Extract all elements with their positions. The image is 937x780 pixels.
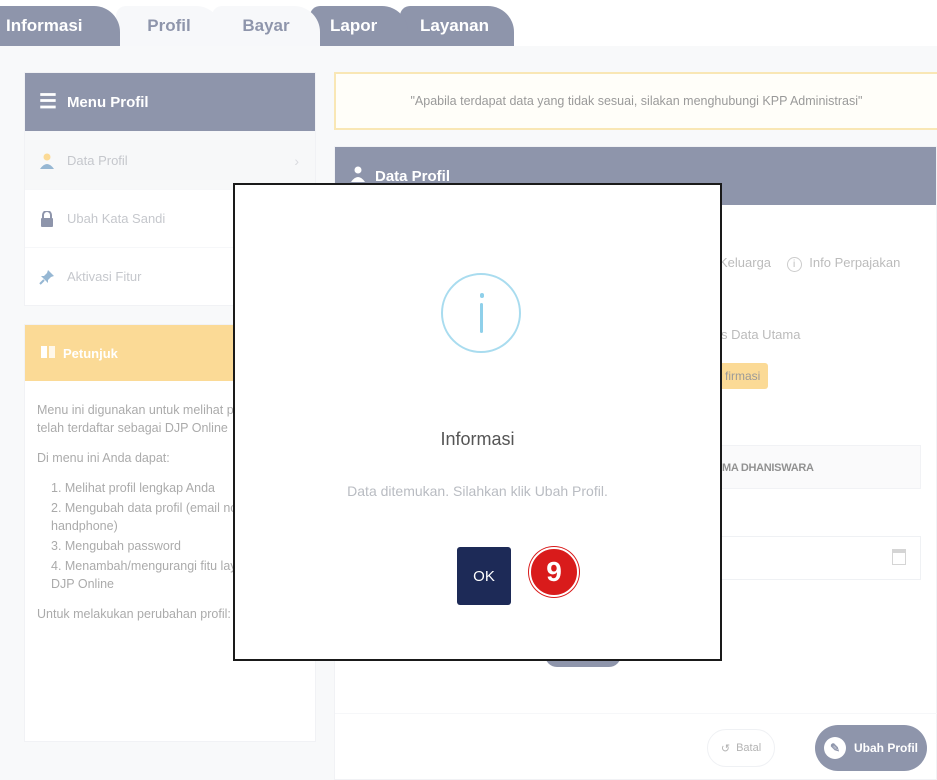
dialog-title: Informasi [440,429,515,449]
info-dialog: Informasi Data ditemukan. Silahkan klik … [233,183,722,661]
ok-button[interactable]: OK [457,547,511,605]
info-icon [441,273,521,353]
dialog-message: Data ditemukan. Silahkan klik Ubah Profi… [347,483,608,499]
step-number-badge: 9 [529,547,579,597]
